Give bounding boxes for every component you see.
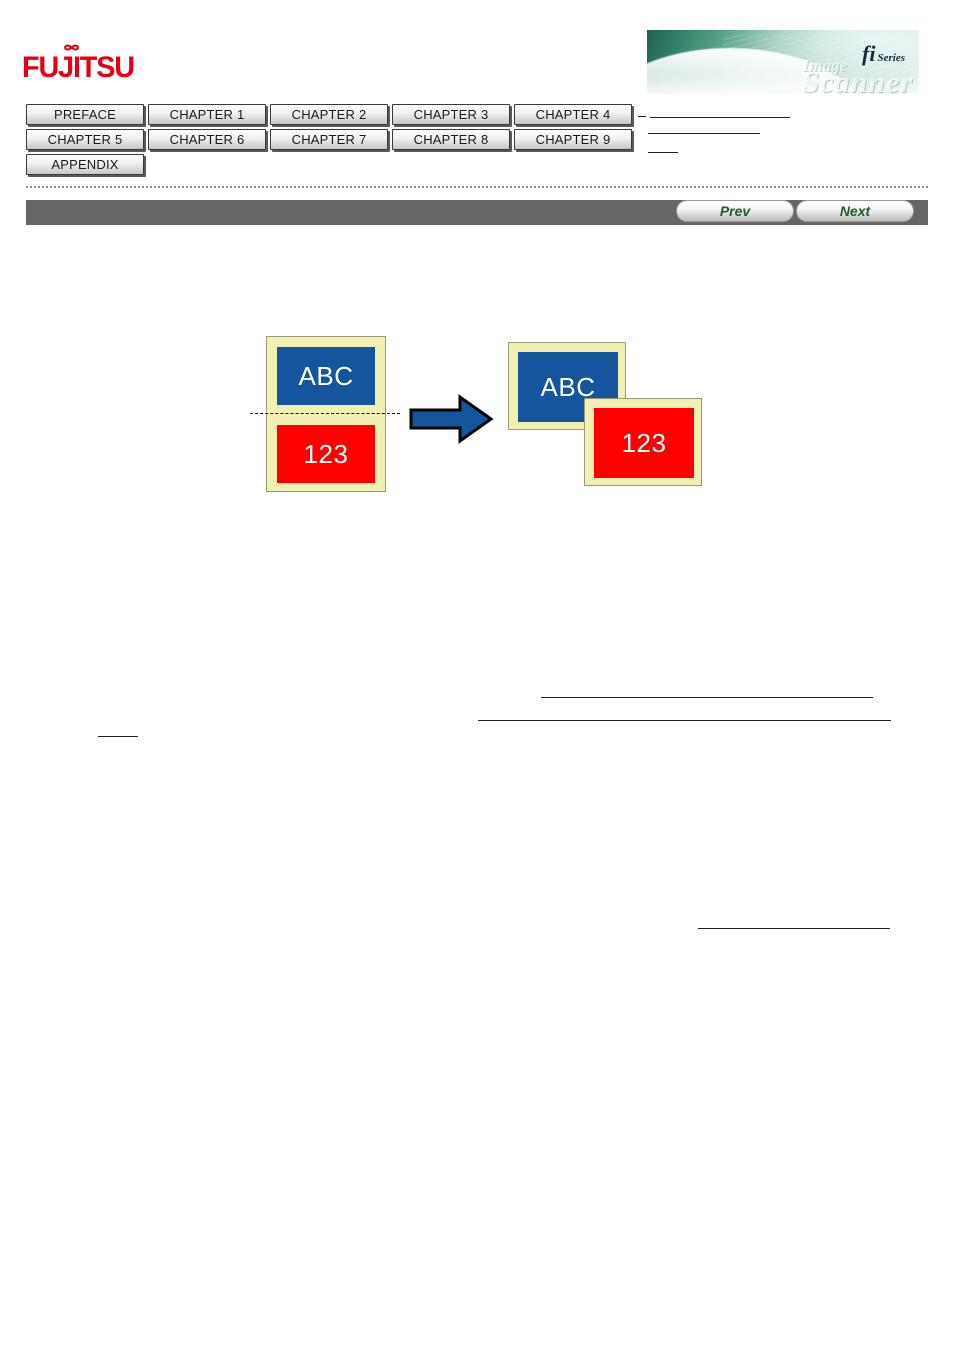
body-rule-3 <box>98 736 138 737</box>
body-rule-1 <box>541 697 873 698</box>
nav-button-chapter-5[interactable]: CHAPTER 5 <box>26 129 144 150</box>
fi-series-banner: Image Scanner fi Series <box>647 30 919 94</box>
page-header: FUJITSU Image Scanner fi Series <box>0 0 954 100</box>
multi-image-output-diagram: ABC 123 ABC 123 <box>250 320 720 515</box>
prev-button[interactable]: Prev <box>676 200 794 222</box>
fujitsu-wordmark: FUJITSU <box>22 51 135 84</box>
chapter-navigation: PREFACE CHAPTER 1 CHAPTER 2 CHAPTER 3 CH… <box>26 104 646 179</box>
right-arrow-icon <box>408 393 494 445</box>
nav-button-chapter-2[interactable]: CHAPTER 2 <box>270 104 388 125</box>
nav-button-appendix[interactable]: APPENDIX <box>26 154 144 175</box>
fujitsu-logo: FUJITSU <box>22 44 142 84</box>
fi-series-text: Series <box>877 52 906 64</box>
nav-side-rule-2 <box>648 133 760 134</box>
nav-button-chapter-9[interactable]: CHAPTER 9 <box>514 129 632 150</box>
body-rule-2 <box>478 720 891 721</box>
dotted-divider <box>26 186 928 188</box>
nav-button-chapter-6[interactable]: CHAPTER 6 <box>148 129 266 150</box>
fi-mark-text: fi <box>862 41 876 66</box>
chapter-nav-row-2: CHAPTER 5 CHAPTER 6 CHAPTER 7 CHAPTER 8 … <box>26 129 646 152</box>
nav-button-chapter-1[interactable]: CHAPTER 1 <box>148 104 266 125</box>
source-page-sheet: ABC 123 <box>266 336 386 492</box>
nav-button-chapter-8[interactable]: CHAPTER 8 <box>392 129 510 150</box>
banner-watermark-scanner: Scanner <box>802 66 913 94</box>
nav-side-rule-1 <box>650 117 790 118</box>
chapter-nav-row-1: PREFACE CHAPTER 1 CHAPTER 2 CHAPTER 3 CH… <box>26 104 646 127</box>
result-page-123: 123 <box>584 398 702 486</box>
source-top-box: ABC <box>277 347 375 405</box>
nav-button-preface[interactable]: PREFACE <box>26 104 144 125</box>
body-rule-4 <box>698 928 890 929</box>
result-box-123: 123 <box>594 408 694 478</box>
chapter-nav-row-3: APPENDIX <box>26 154 646 177</box>
nav-connector-dash <box>638 116 646 117</box>
source-bottom-box: 123 <box>277 425 375 483</box>
split-line <box>250 413 400 414</box>
fi-series-logo: fi Series <box>862 43 905 65</box>
nav-side-rule-3 <box>648 152 678 153</box>
nav-button-chapter-4[interactable]: CHAPTER 4 <box>514 104 632 125</box>
nav-button-chapter-7[interactable]: CHAPTER 7 <box>270 129 388 150</box>
next-button[interactable]: Next <box>796 200 914 222</box>
nav-button-chapter-3[interactable]: CHAPTER 3 <box>392 104 510 125</box>
